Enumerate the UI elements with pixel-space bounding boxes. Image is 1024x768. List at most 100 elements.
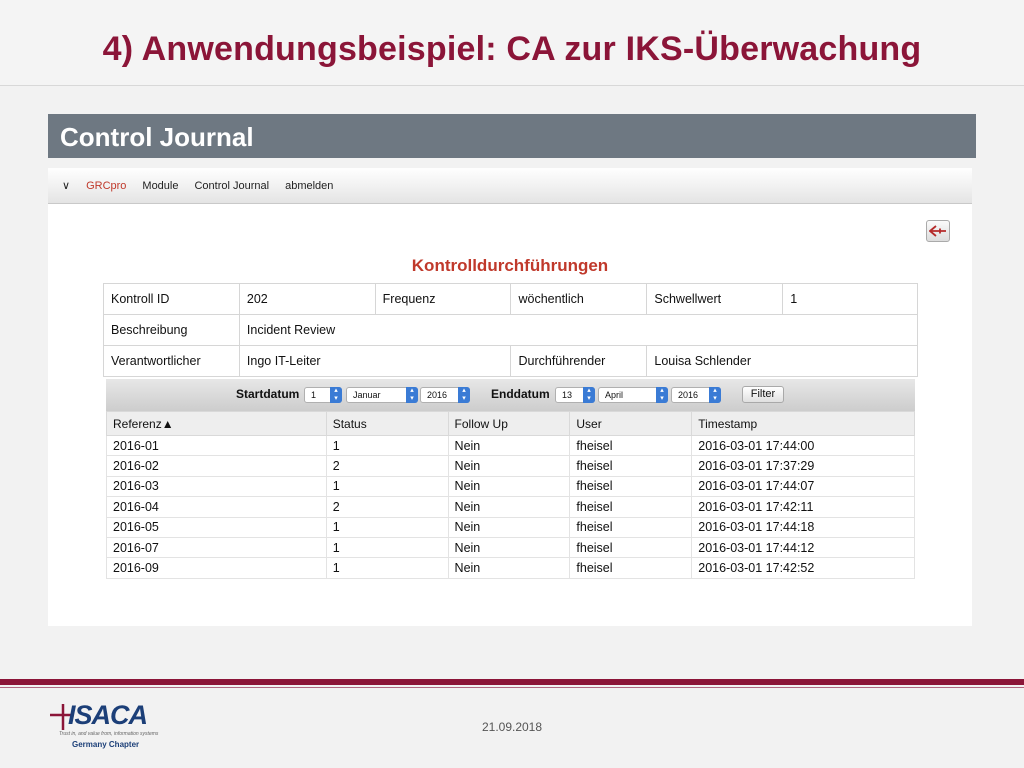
info-label: Schwellwert — [646, 283, 784, 315]
control-info-table: Kontroll ID 202 Frequenz wöchentlich Sch… — [103, 283, 919, 377]
table-row[interactable]: 2016-02 2 Nein fheisel 2016-03-01 17:37:29 — [106, 455, 915, 477]
cell-follow-up: Nein — [447, 475, 571, 498]
end-day-select[interactable]: 13 ▴ ▾ — [555, 387, 595, 403]
cell-user: fheisel — [569, 496, 693, 518]
logo-chapter: Germany Chapter — [72, 740, 140, 749]
info-row: Kontroll ID 202 Frequenz wöchentlich Sch… — [103, 283, 918, 315]
cell-follow-up: Nein — [447, 557, 571, 579]
cell-user: fheisel — [569, 434, 693, 457]
menu-toggle[interactable]: ∨ — [62, 179, 70, 192]
end-year-select[interactable]: 2016 ▴ ▾ — [671, 387, 721, 403]
cell-follow-up: Nein — [447, 434, 571, 457]
select-arrows-icon: ▴ ▾ — [330, 387, 342, 403]
start-month-value: Januar — [353, 390, 381, 400]
cell-timestamp: 2016-03-01 17:44:18 — [691, 516, 915, 538]
cell-referenz: 2016-01 — [106, 434, 327, 457]
cell-status: 1 — [325, 516, 449, 538]
column-header-status[interactable]: Status — [325, 411, 449, 436]
cell-status: 1 — [325, 475, 449, 498]
logo-tagline: Trust in, and value from, information sy… — [59, 731, 159, 737]
cell-status: 2 — [325, 455, 449, 477]
nav-item-control-journal[interactable]: Control Journal — [194, 180, 269, 192]
footer-divider — [0, 679, 1024, 685]
nav-brand-link[interactable]: GRCpro — [86, 180, 126, 192]
select-arrows-icon: ▴ ▾ — [406, 387, 418, 403]
info-value: Ingo IT-Leiter — [238, 345, 512, 377]
start-day-select[interactable]: 1 ▴ ▾ — [304, 387, 342, 403]
info-value: wöchentlich — [510, 283, 648, 315]
info-label: Frequenz — [374, 283, 512, 315]
start-year-select[interactable]: 2016 ▴ ▾ — [420, 387, 470, 403]
cell-timestamp: 2016-03-01 17:44:12 — [691, 536, 915, 559]
end-year-value: 2016 — [678, 390, 699, 400]
info-row: Verantwortlicher Ingo IT-Leiter Durchfüh… — [103, 345, 918, 377]
navbar: ∨ GRCpro Module Control Journal abmelden — [48, 168, 972, 204]
filter-button[interactable]: Filter — [742, 386, 784, 403]
cell-timestamp: 2016-03-01 17:44:07 — [691, 475, 915, 498]
cell-timestamp: 2016-03-01 17:44:00 — [691, 434, 915, 457]
cell-referenz: 2016-07 — [106, 536, 327, 559]
date-filter-bar: Startdatum 1 ▴ ▾ Januar ▴ ▾ 2016 ▴ ▾ Enddat… — [106, 379, 915, 411]
info-label: Kontroll ID — [103, 283, 240, 315]
cell-status: 1 — [325, 434, 449, 457]
cell-referenz: 2016-09 — [106, 557, 327, 579]
select-arrows-icon: ▴ ▾ — [656, 387, 668, 403]
start-date-label: Startdatum — [236, 387, 300, 401]
info-row: Beschreibung Incident Review — [103, 314, 919, 346]
end-day-value: 13 — [562, 390, 573, 400]
cell-timestamp: 2016-03-01 17:42:11 — [691, 496, 915, 518]
end-month-value: April — [605, 390, 624, 400]
column-header-timestamp[interactable]: Timestamp — [691, 411, 915, 436]
select-arrows-icon: ▴ ▾ — [709, 387, 721, 403]
column-header-referenz[interactable]: Referenz▲ — [106, 411, 327, 436]
cell-status: 1 — [325, 536, 449, 559]
column-header-user[interactable]: User — [569, 411, 693, 436]
cell-status: 2 — [325, 496, 449, 518]
cell-follow-up: Nein — [447, 536, 571, 559]
table-row[interactable]: 2016-01 1 Nein fheisel 2016-03-01 17:44:00 — [106, 434, 915, 457]
table-row[interactable]: 2016-07 1 Nein fheisel 2016-03-01 17:44:12 — [106, 536, 915, 559]
table-body: 2016-01 1 Nein fheisel 2016-03-01 17:44:00 20… — [106, 434, 915, 579]
table-row[interactable]: 2016-09 1 Nein fheisel 2016-03-01 17:42:52 — [106, 557, 915, 579]
app-screenshot: ∨ GRCpro Module Control Journal abmelden… — [48, 168, 972, 626]
slide-header: 4) Anwendungsbeispiel: CA zur IKS-Überwa… — [0, 0, 1024, 86]
cell-follow-up: Nein — [447, 516, 571, 538]
logo-wordmark: ISACA — [68, 700, 148, 730]
info-value: Incident Review — [238, 314, 919, 346]
table-header-row: Referenz▲ Status Follow Up User Timestam… — [106, 411, 915, 436]
end-month-select[interactable]: April ▴ ▾ — [598, 387, 668, 403]
cell-referenz: 2016-02 — [106, 455, 327, 477]
table-row[interactable]: 2016-04 2 Nein fheisel 2016-03-01 17:42:11 — [106, 496, 915, 518]
info-value: 202 — [238, 283, 376, 315]
cell-user: fheisel — [569, 455, 693, 477]
cell-follow-up: Nein — [447, 455, 571, 477]
start-day-value: 1 — [311, 390, 317, 400]
cell-referenz: 2016-04 — [106, 496, 327, 518]
nav-item-logout[interactable]: abmelden — [285, 180, 333, 192]
back-button[interactable] — [926, 220, 950, 242]
info-label: Durchführender — [510, 345, 648, 377]
cell-follow-up: Nein — [447, 496, 571, 518]
cell-user: fheisel — [569, 536, 693, 559]
nav-item-module[interactable]: Module — [142, 180, 178, 192]
footer-divider-thin — [0, 687, 1024, 688]
isaca-logo: ISACA Trust in, and value from, informat… — [48, 700, 160, 752]
info-value: Louisa Schlender — [646, 345, 918, 377]
cell-timestamp: 2016-03-01 17:42:52 — [691, 557, 915, 579]
select-arrows-icon: ▴ ▾ — [458, 387, 470, 403]
cell-referenz: 2016-05 — [106, 516, 327, 538]
select-arrows-icon: ▴ ▾ — [583, 387, 595, 403]
info-label: Beschreibung — [103, 314, 240, 346]
cell-timestamp: 2016-03-01 17:37:29 — [691, 455, 915, 477]
section-title: Control Journal — [48, 114, 976, 158]
cell-user: fheisel — [569, 475, 693, 498]
column-header-follow-up[interactable]: Follow Up — [447, 411, 571, 436]
start-month-select[interactable]: Januar ▴ ▾ — [346, 387, 418, 403]
end-date-label: Enddatum — [491, 387, 550, 401]
cell-status: 1 — [325, 557, 449, 579]
table-row[interactable]: 2016-05 1 Nein fheisel 2016-03-01 17:44:18 — [106, 516, 915, 538]
table-row[interactable]: 2016-03 1 Nein fheisel 2016-03-01 17:44:07 — [106, 475, 915, 498]
cell-referenz: 2016-03 — [106, 475, 327, 498]
start-year-value: 2016 — [427, 390, 448, 400]
executions-table: Referenz▲ Status Follow Up User Timestam… — [106, 411, 915, 579]
